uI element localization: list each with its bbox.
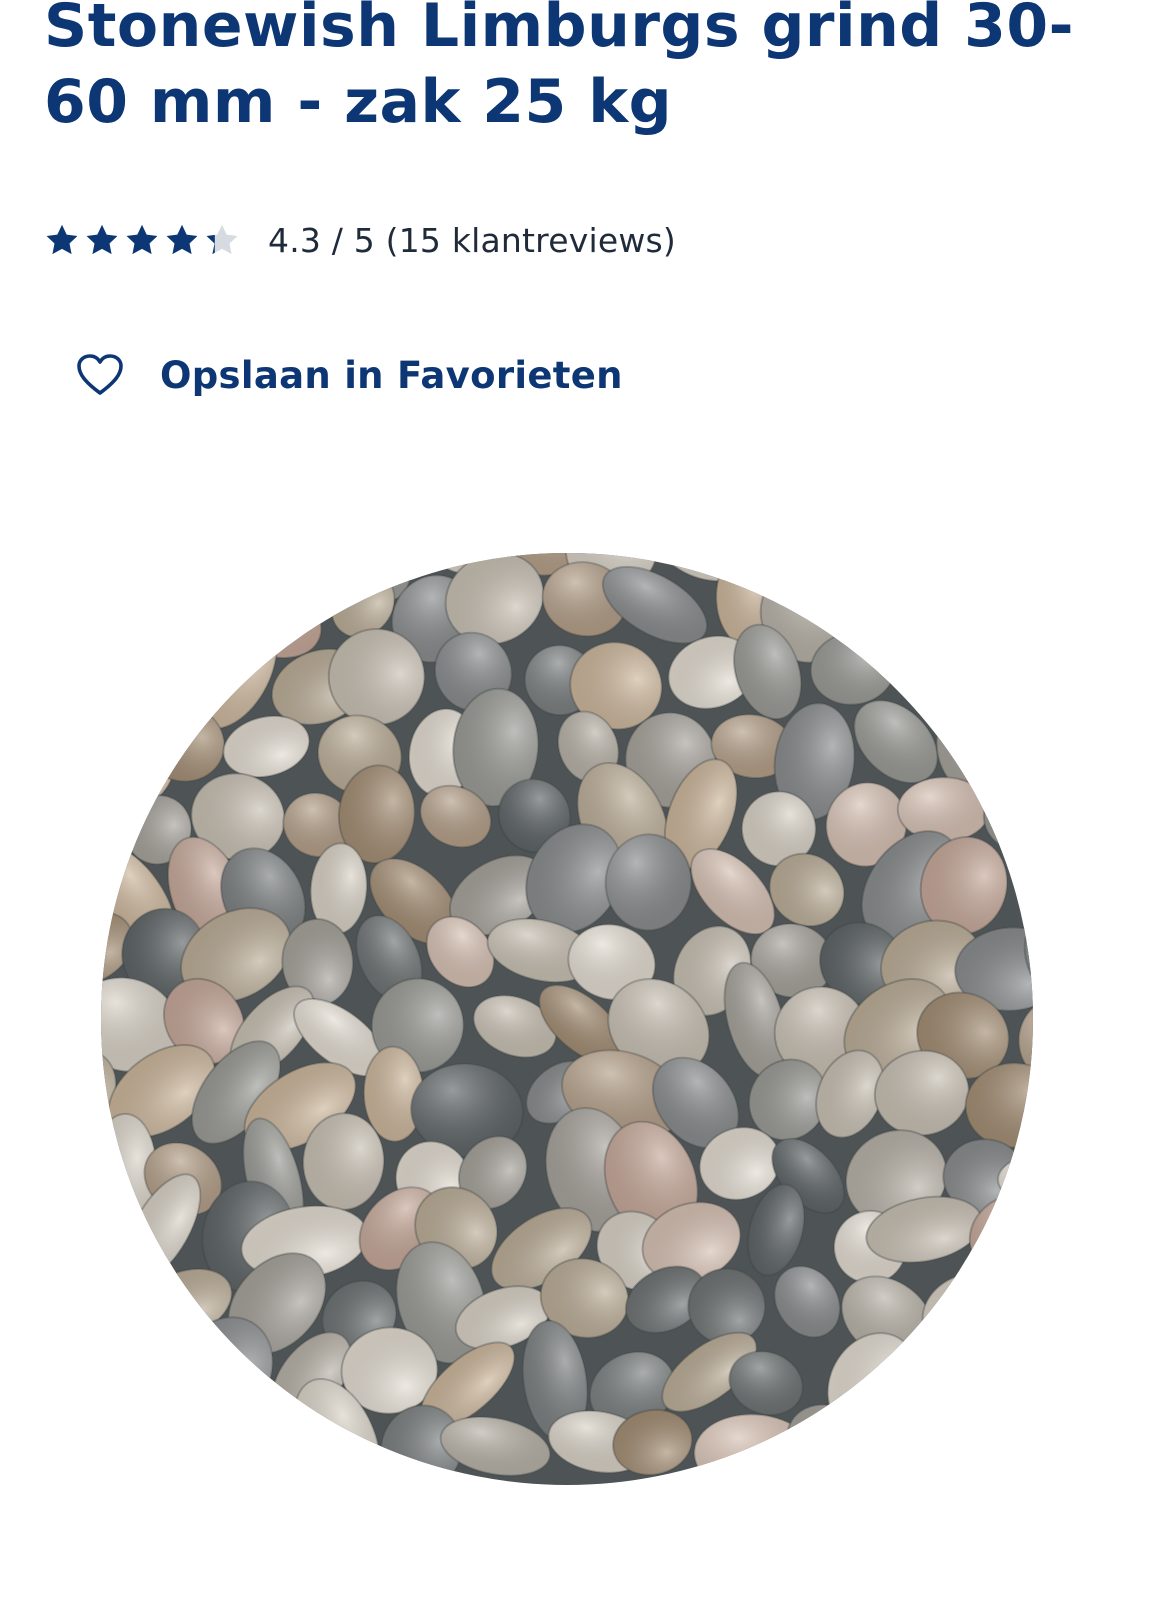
rating-stars [44, 222, 240, 258]
heart-outline-icon [77, 354, 123, 395]
star-filled-icon [166, 224, 198, 255]
rating-text[interactable]: 4.3 / 5 (15 klantreviews) [268, 221, 676, 260]
product-image [101, 553, 1033, 1485]
product-title: Stonewish Limburgs grind 30-60 mm - zak … [44, 0, 1075, 137]
save-to-favorites-label: Opslaan in Favorieten [160, 353, 623, 397]
save-to-favorites-button[interactable]: Opslaan in Favorieten [76, 348, 623, 402]
star-filled-icon [86, 224, 118, 255]
star-partial-icon [206, 224, 238, 255]
star-filled-icon [126, 224, 158, 255]
star-filled-icon [46, 224, 78, 255]
rating[interactable]: 4.3 / 5 (15 klantreviews) [44, 218, 676, 262]
